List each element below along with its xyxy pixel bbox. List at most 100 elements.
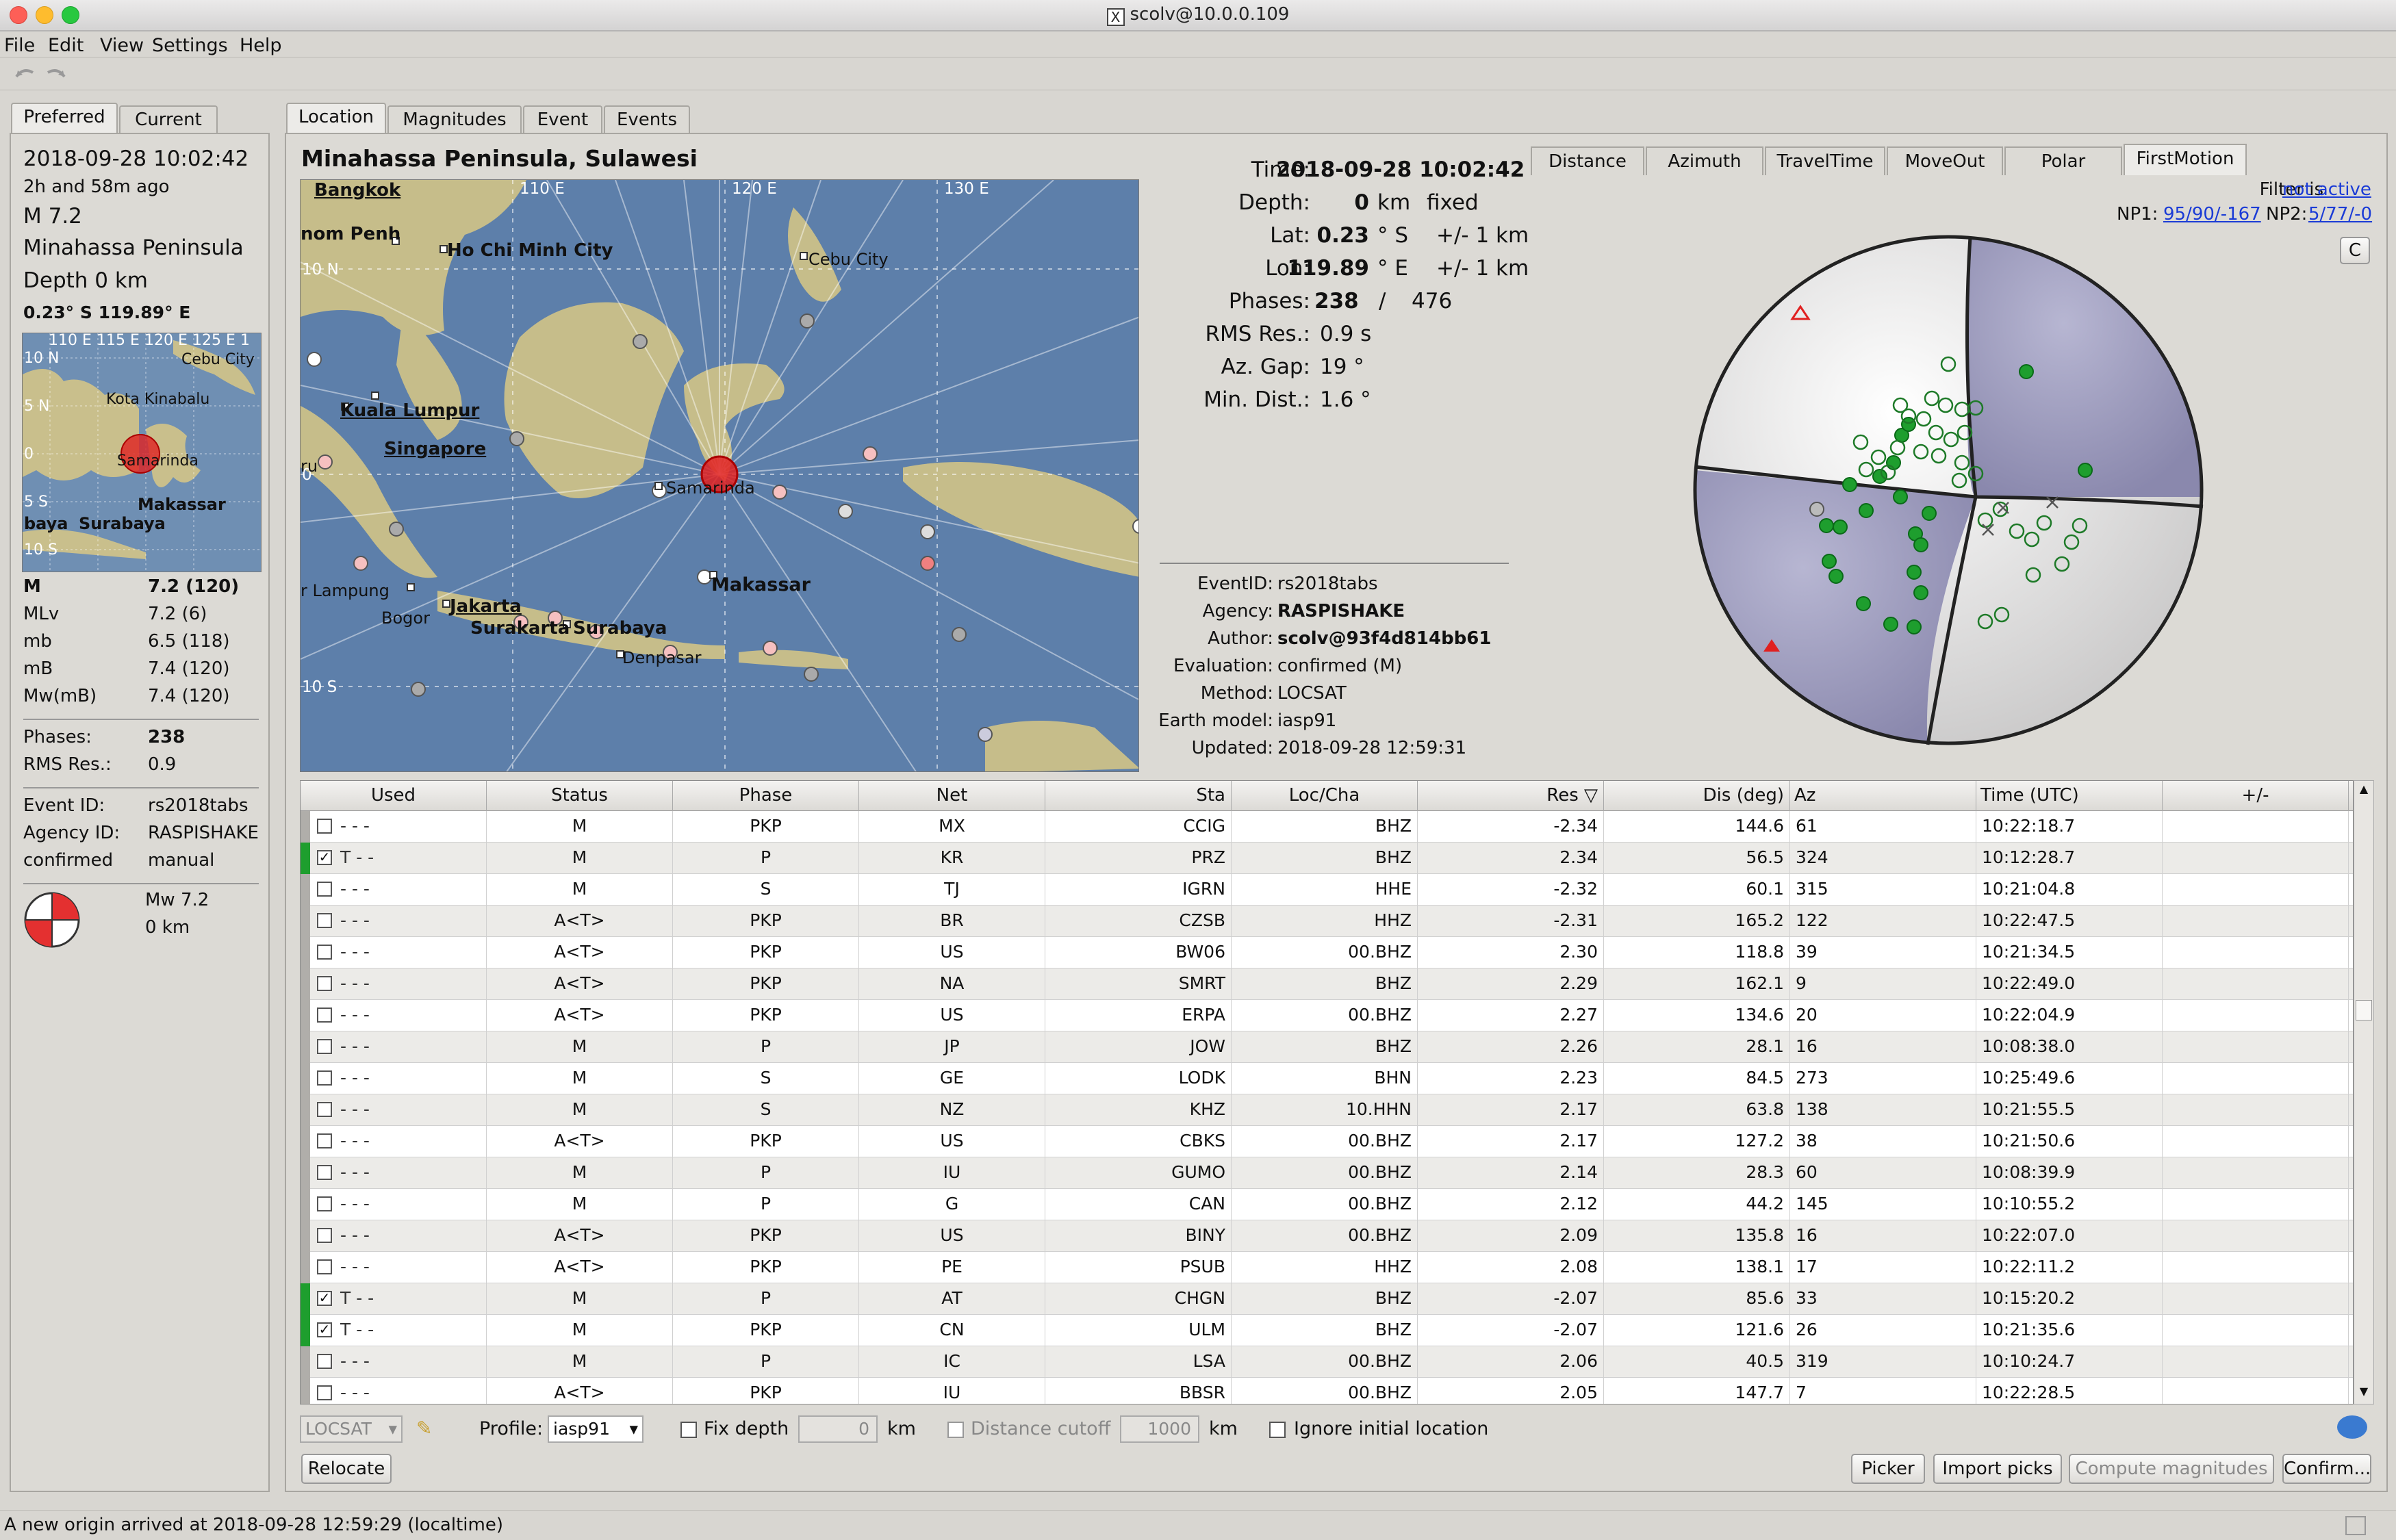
table-row[interactable]: - - - M P IU GUMO 00.BHZ 2.14 28.3 60 10:08:39.9	[301, 1157, 2353, 1189]
table-row[interactable]: - - - M P JP JOW BHZ 2.26 28.1 16 10:08:38.0	[301, 1031, 2353, 1063]
overview-map[interactable]: 110 E 115 E 120 E 125 E 1 10 N 5 N 0 5 S…	[22, 333, 262, 572]
tab-events[interactable]: Events	[604, 105, 690, 133]
relocate-button[interactable]: Relocate	[301, 1454, 392, 1484]
col-dis[interactable]: Dis (deg)	[1604, 781, 1790, 811]
used-checkbox[interactable]: ✓	[317, 1291, 332, 1306]
menu-view[interactable]: View	[100, 35, 144, 56]
used-checkbox[interactable]	[317, 1102, 332, 1117]
used-checkbox[interactable]	[317, 976, 332, 991]
small-map-lon-120: 120 E	[144, 333, 188, 349]
scroll-thumb[interactable]	[2356, 1000, 2372, 1021]
picker-button[interactable]: Picker	[1851, 1454, 1925, 1484]
cell-res: 2.26	[1418, 1031, 1604, 1063]
used-checkbox[interactable]	[317, 1165, 332, 1180]
import-picks-button[interactable]: Import picks	[1933, 1454, 2062, 1484]
tab-current[interactable]: Current	[119, 105, 218, 133]
col-net[interactable]: Net	[859, 781, 1045, 811]
table-row[interactable]: - - - M PKP MX CCIG BHZ -2.34 144.6 61 10:22:18.7	[301, 811, 2353, 843]
table-row[interactable]: - - - A<T> PKP US BINY 00.BHZ 2.09 135.8 16 10:22…	[301, 1220, 2353, 1252]
distance-cutoff-checkbox[interactable]	[947, 1422, 964, 1438]
col-res[interactable]: Res ▽	[1418, 781, 1604, 811]
used-checkbox[interactable]: ✓	[317, 850, 332, 865]
table-row[interactable]: ✓ T - - M P KR PRZ BHZ 2.34 56.5 324 10:12:28.7	[301, 843, 2353, 874]
used-checkbox[interactable]	[317, 913, 332, 928]
table-row[interactable]: - - - A<T> PKP NA SMRT BHZ 2.29 162.1 9 10:22:49.…	[301, 968, 2353, 1000]
tab-firstmotion[interactable]: FirstMotion	[2124, 144, 2247, 175]
menu-file[interactable]: File	[4, 35, 35, 56]
tab-distance[interactable]: Distance	[1531, 146, 1644, 175]
col-status[interactable]: Status	[487, 781, 673, 811]
table-row[interactable]: - - - M S GE LODK BHN 2.23 84.5 273 10:25:49.6	[301, 1063, 2353, 1094]
fix-depth-checkbox[interactable]	[680, 1422, 697, 1438]
tab-magnitudes[interactable]: Magnitudes	[387, 105, 522, 133]
map-city-surabaya: Surabaya	[573, 618, 667, 639]
table-row[interactable]: - - - A<T> PKP IU BBSR 00.BHZ 2.05 147.7 7 10:22:…	[301, 1378, 2353, 1404]
used-checkbox[interactable]	[317, 1259, 332, 1274]
menu-settings[interactable]: Settings	[152, 35, 228, 56]
used-checkbox[interactable]	[317, 1070, 332, 1086]
tab-preferred[interactable]: Preferred	[11, 103, 118, 133]
col-time[interactable]: Time (UTC)	[1976, 781, 2163, 811]
table-row[interactable]: - - - A<T> PKP BR CZSB HHZ -2.31 165.2 122 10:22:…	[301, 906, 2353, 937]
table-row[interactable]: - - - M S TJ IGRN HHE -2.32 60.1 315 10:21:04.8	[301, 874, 2353, 906]
np2-link[interactable]: 5/77/-0	[2308, 204, 2372, 224]
used-checkbox[interactable]	[317, 1039, 332, 1054]
table-row[interactable]: ✓ T - - M P AT CHGN BHZ -2.07 85.6 33 10:15:20.2	[301, 1283, 2353, 1315]
confirm-button[interactable]: Confirm...	[2282, 1454, 2371, 1484]
table-row[interactable]: - - - A<T> PKP PE PSUB HHZ 2.08 138.1 17 10:22:11…	[301, 1252, 2353, 1283]
table-row[interactable]: - - - M S NZ KHZ 10.HHN 2.17 63.8 138 10:21:55.5	[301, 1094, 2353, 1126]
menu-help[interactable]: Help	[240, 35, 282, 56]
profile-select[interactable]: iasp91 ▾	[548, 1415, 643, 1443]
cell-az: 319	[1790, 1346, 1976, 1378]
tab-location[interactable]: Location	[286, 103, 386, 133]
tab-polar[interactable]: Polar	[2004, 146, 2122, 175]
wrench-icon[interactable]: ✎	[416, 1417, 432, 1439]
menu-edit[interactable]: Edit	[48, 35, 84, 56]
col-used[interactable]: Used	[301, 781, 487, 811]
ignore-initial-checkbox[interactable]	[1269, 1422, 1286, 1438]
used-checkbox[interactable]	[317, 1133, 332, 1148]
used-checkbox[interactable]	[317, 882, 332, 897]
locator-select[interactable]: LOCSAT ▾	[300, 1415, 403, 1443]
cutoff-input[interactable]: 1000	[1120, 1415, 1199, 1443]
tab-event[interactable]: Event	[523, 105, 602, 133]
scroll-up-icon[interactable]: ▲	[2356, 782, 2372, 799]
table-row[interactable]: - - - A<T> PKP US CBKS 00.BHZ 2.17 127.2 38 10:21…	[301, 1126, 2353, 1157]
table-row[interactable]: ✓ T - - M PKP CN ULM BHZ -2.07 121.6 26 10:21:35.6	[301, 1315, 2353, 1346]
resize-grip-icon[interactable]	[2345, 1516, 2366, 1535]
used-checkbox[interactable]	[317, 1228, 332, 1243]
undo-redo-icons[interactable]	[14, 64, 68, 84]
col-error[interactable]: +/-	[2163, 781, 2349, 811]
cell-loccha: 00.BHZ	[1232, 1189, 1418, 1220]
used-checkbox[interactable]: ✓	[317, 1322, 332, 1337]
first-motion-plot[interactable]	[1688, 230, 2208, 750]
used-checkbox[interactable]	[317, 819, 332, 834]
location-map[interactable]: 110 E 120 E 130 E 10 N 0 10 S Bangkok no…	[300, 179, 1139, 772]
table-row[interactable]: - - - A<T> PKP US ERPA 00.BHZ 2.27 134.6 20 10:22…	[301, 1000, 2353, 1031]
used-flags: - - -	[340, 1099, 370, 1119]
tab-moveout[interactable]: MoveOut	[1887, 146, 2003, 175]
tab-traveltime[interactable]: TravelTime	[1765, 146, 1885, 175]
scroll-down-icon[interactable]: ▼	[2356, 1385, 2372, 1401]
table-scrollbar[interactable]: ▲ ▼	[2354, 780, 2374, 1404]
used-checkbox[interactable]	[317, 1354, 332, 1369]
compute-magnitudes-button[interactable]: Compute magnitudes	[2069, 1454, 2274, 1484]
used-checkbox[interactable]	[317, 945, 332, 960]
cell-sta: ULM	[1045, 1315, 1232, 1346]
table-row[interactable]: - - - M P G CAN 00.BHZ 2.12 44.2 145 10:10:55.2	[301, 1189, 2353, 1220]
col-loccha[interactable]: Loc/Cha	[1232, 781, 1418, 811]
tab-azimuth[interactable]: Azimuth	[1646, 146, 1763, 175]
used-checkbox[interactable]	[317, 1196, 332, 1211]
fm-options-button[interactable]: C	[2340, 237, 2370, 264]
chat-icon[interactable]	[2337, 1415, 2367, 1439]
col-sta[interactable]: Sta	[1045, 781, 1232, 811]
used-checkbox[interactable]	[317, 1385, 332, 1400]
filter-link[interactable]: not active	[2282, 179, 2371, 200]
np1-link[interactable]: 95/90/-167	[2163, 204, 2261, 224]
table-row[interactable]: - - - A<T> PKP US BW06 00.BHZ 2.30 118.8 39 10:21…	[301, 937, 2353, 968]
depth-input[interactable]: 0	[798, 1415, 878, 1443]
used-checkbox[interactable]	[317, 1008, 332, 1023]
col-phase[interactable]: Phase	[673, 781, 859, 811]
table-row[interactable]: - - - M P IC LSA 00.BHZ 2.06 40.5 319 10:10:24.7	[301, 1346, 2353, 1378]
col-az[interactable]: Az	[1790, 781, 1976, 811]
